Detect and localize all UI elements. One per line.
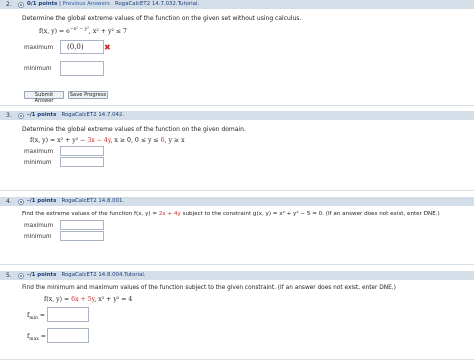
minimum-input[interactable]: [60, 231, 104, 241]
points-label: 0/1 points: [27, 1, 58, 7]
domain-tail: , y ≥ x: [164, 137, 185, 144]
question-prompt: Determine the global extreme values of t…: [22, 126, 246, 133]
prompt-part: Find the extreme values of the function …: [22, 211, 159, 217]
function-base: f(x, y) = x² + y² −: [30, 137, 88, 144]
expand-toggle-icon[interactable]: [18, 1, 24, 8]
source-label: RogaCalcET2 14.7.032.Tutorial.: [114, 1, 200, 7]
question-meta: –/1 points RogaCalcET2 14.8.001.: [27, 198, 124, 204]
question-2-header: 2. 0/1 points | Previous Answers RogaCal…: [0, 0, 474, 9]
question-4-header: 4. –/1 points RogaCalcET2 14.8.001.: [0, 197, 474, 206]
function-definition: f(x, y) = e−x² − y², x² + y² ≤ 7: [39, 27, 127, 35]
function-variable-part: 3x − 4y: [87, 137, 111, 144]
function-domain: , x² + y² ≤ 7: [88, 28, 127, 36]
function-definition: f(x, y) = x² + y² − 3x − 4y, x ≥ 0, 0 ≤ …: [30, 137, 185, 144]
save-progress-button[interactable]: Save Progress: [68, 91, 108, 99]
expand-toggle-icon[interactable]: [18, 112, 24, 119]
question-number: 3.: [6, 112, 12, 119]
question-number: 5.: [6, 272, 12, 279]
question-prompt: Determine the global extreme values of t…: [22, 15, 302, 22]
question-number: 4.: [6, 198, 12, 205]
minimum-label: minimum: [24, 234, 52, 240]
points-label: –/1 points: [27, 198, 57, 204]
question-number: 2.: [6, 1, 12, 8]
fmax-subscript: max: [29, 337, 39, 343]
fmax-equals: =: [40, 333, 46, 340]
incorrect-icon: ✖: [104, 43, 111, 52]
fmax-input[interactable]: [47, 328, 89, 343]
question-prompt: Find the minimum and maximum values of t…: [22, 285, 396, 291]
fmin-input[interactable]: [47, 307, 89, 322]
function-constraint: , x² + y² = 4: [94, 296, 133, 303]
points-label: –/1 points: [27, 112, 57, 118]
expand-toggle-icon[interactable]: [18, 198, 24, 205]
question-meta: –/1 points RogaCalcET2 14.8.004.Tutorial…: [27, 272, 146, 278]
divider: [0, 359, 474, 360]
divider: [0, 190, 474, 191]
source-label: RogaCalcET2 14.8.004.Tutorial.: [61, 272, 146, 278]
minimum-label: minimum: [24, 66, 52, 72]
question-3-header: 3. –/1 points RogaCalcET2 14.7.042.: [0, 111, 474, 120]
maximum-label: maximum: [24, 223, 54, 229]
question-meta: 0/1 points | Previous Answers RogaCalcET…: [27, 1, 200, 7]
fmin-label: fmin =: [27, 312, 45, 321]
maximum-value: (0,0): [67, 43, 84, 51]
minimum-input[interactable]: [60, 157, 104, 167]
function-domain: , x ≥ 0, 0 ≤ y ≤: [110, 137, 161, 144]
maximum-input[interactable]: [60, 220, 104, 230]
previous-answers-link[interactable]: Previous Answers: [63, 1, 110, 7]
divider: [0, 105, 474, 106]
points-label: –/1 points: [27, 272, 57, 278]
expand-toggle-icon[interactable]: [18, 272, 24, 279]
fmin-equals: =: [39, 312, 46, 319]
prompt-constraint: subject to the constraint g(x, y) = x² +…: [180, 211, 440, 217]
fmax-label: fmax =: [27, 333, 46, 342]
maximum-label: maximum: [24, 149, 54, 155]
function-exponent: −x² − y²: [69, 27, 89, 32]
maximum-input[interactable]: [60, 146, 104, 156]
function-base: f(x, y) = e: [39, 28, 70, 36]
maximum-input[interactable]: (0,0): [60, 40, 104, 54]
function-variable-part: 6x + 5y: [71, 296, 95, 303]
function-base: f(x, y) =: [44, 296, 72, 303]
minimum-input[interactable]: [60, 61, 104, 76]
prompt-function: 2x + 4y: [158, 211, 181, 217]
question-prompt: Find the extreme values of the function …: [22, 211, 440, 217]
source-label: RogaCalcET2 14.8.001.: [61, 198, 125, 204]
fmin-subscript: min: [29, 316, 38, 322]
maximum-label: maximum: [24, 45, 54, 51]
question-meta: –/1 points RogaCalcET2 14.7.042.: [27, 112, 124, 118]
divider: [0, 264, 474, 265]
minimum-label: minimum: [24, 160, 52, 166]
source-label: RogaCalcET2 14.7.042.: [61, 112, 125, 118]
submit-answer-button[interactable]: Submit Answer: [24, 91, 64, 104]
question-5-header: 5. –/1 points RogaCalcET2 14.8.004.Tutor…: [0, 271, 474, 280]
function-definition: f(x, y) = 6x + 5y, x² + y² = 4: [44, 296, 132, 303]
